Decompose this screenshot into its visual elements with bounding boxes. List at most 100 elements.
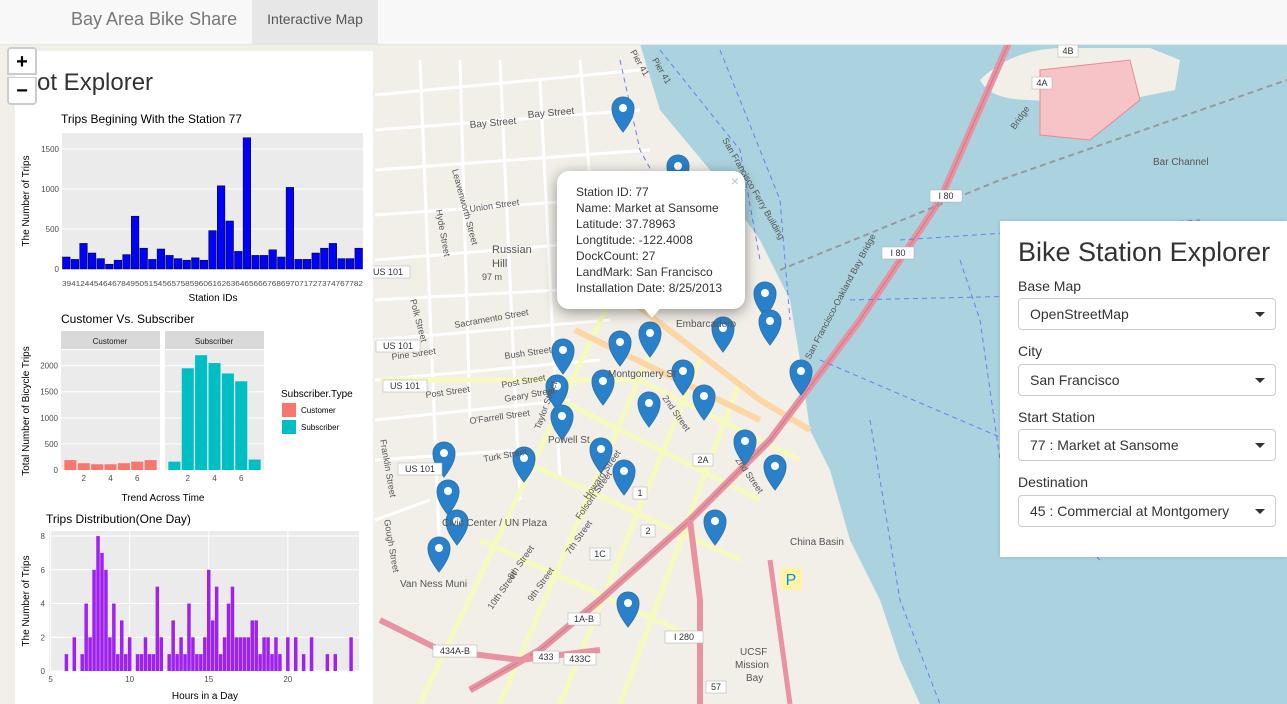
bar bbox=[91, 464, 104, 470]
parking-letter: P bbox=[786, 572, 797, 589]
bar bbox=[207, 569, 211, 671]
navbar: Bay Area Bike Share Interactive Map bbox=[0, 0, 1287, 45]
base-map-value: OpenStreetMap bbox=[1030, 306, 1129, 322]
bar bbox=[214, 586, 219, 671]
base-map-label: Base Map bbox=[1018, 278, 1082, 294]
ytick-label: 8 bbox=[41, 532, 46, 541]
xtick-label: 4 bbox=[212, 474, 217, 483]
facet-chart-yticks: 0 500 1000 1500 2000 bbox=[40, 362, 58, 475]
map-street-label: China Basin bbox=[790, 537, 844, 548]
bar bbox=[203, 637, 207, 671]
ytick-label: 2 bbox=[41, 633, 46, 642]
bar bbox=[328, 243, 337, 270]
start-station-label: Start Station bbox=[1018, 409, 1096, 425]
bar bbox=[187, 603, 191, 671]
bar bbox=[155, 586, 160, 671]
bar bbox=[70, 259, 79, 270]
bar bbox=[174, 258, 183, 270]
ytick-label: 6 bbox=[41, 566, 46, 575]
bar bbox=[230, 586, 235, 671]
bar bbox=[62, 256, 71, 270]
bar bbox=[182, 259, 191, 270]
bar bbox=[333, 654, 338, 671]
bar bbox=[171, 620, 175, 671]
start-station-select[interactable]: 77 : Market at Sansome bbox=[1018, 429, 1276, 461]
bar bbox=[148, 259, 157, 270]
bar bbox=[325, 654, 330, 671]
chevron-down-icon bbox=[1255, 509, 1265, 514]
bar bbox=[221, 373, 234, 470]
bar bbox=[195, 355, 208, 470]
popup-landmark: LandMark: San Francisco bbox=[576, 265, 713, 279]
legend-label-subscriber: Subscriber bbox=[301, 423, 340, 432]
zoom-in-button[interactable]: + bbox=[7, 47, 37, 75]
zoom-out-button[interactable]: − bbox=[7, 77, 37, 105]
bar bbox=[175, 654, 179, 671]
map-street-label: 97 m bbox=[482, 272, 502, 282]
popup-close-button[interactable]: × bbox=[731, 173, 739, 189]
bar bbox=[122, 254, 131, 270]
bar bbox=[80, 654, 84, 671]
hist-chart-ylabel: The Number of Trips bbox=[21, 555, 32, 646]
bar bbox=[84, 603, 88, 671]
bar bbox=[349, 637, 353, 671]
bar bbox=[301, 654, 306, 671]
bar bbox=[135, 654, 140, 671]
start-station-value: 77 : Market at Sansome bbox=[1030, 437, 1179, 453]
bar bbox=[127, 637, 132, 671]
bar bbox=[105, 263, 114, 270]
bar bbox=[108, 637, 112, 671]
bar bbox=[222, 637, 227, 671]
road-shield-label: 433 bbox=[538, 652, 553, 662]
bar bbox=[120, 620, 124, 671]
bar bbox=[294, 259, 303, 270]
bar bbox=[217, 185, 226, 270]
facet-chart-xlabel: Trend Across Time bbox=[122, 493, 205, 504]
city-select[interactable]: San Francisco bbox=[1018, 364, 1276, 396]
popup-dockcount: DockCount: 27 bbox=[576, 249, 656, 263]
bar bbox=[195, 654, 199, 671]
bar bbox=[113, 259, 122, 270]
bar bbox=[104, 569, 108, 671]
bar bbox=[208, 363, 221, 470]
xtick-label: 4 bbox=[108, 474, 113, 483]
bar bbox=[250, 620, 254, 671]
map-street-label: Van Ness Muni bbox=[400, 579, 467, 590]
chevron-down-icon bbox=[1255, 443, 1265, 448]
xtick-label: 20 bbox=[283, 675, 292, 684]
plot-explorer-panel: ot Explorer Trips Begining With the Stat… bbox=[15, 51, 373, 704]
bar bbox=[64, 654, 69, 671]
bar bbox=[179, 637, 183, 671]
xtick-label: 10 bbox=[125, 675, 134, 684]
ytick-label: 1000 bbox=[40, 414, 58, 423]
bar bbox=[309, 637, 314, 671]
base-map-select[interactable]: OpenStreetMap bbox=[1018, 298, 1276, 330]
road-shield-label: 1A-B bbox=[574, 614, 594, 624]
bar bbox=[159, 637, 164, 671]
chevron-down-icon bbox=[1255, 312, 1265, 317]
map-street-label: Civic Center / UN Plaza bbox=[442, 518, 547, 529]
road-shield-label: I 280 bbox=[674, 632, 694, 642]
bar bbox=[242, 137, 251, 270]
bar bbox=[278, 654, 282, 671]
city-value: San Francisco bbox=[1030, 372, 1120, 388]
xtick-label: 6 bbox=[239, 474, 244, 483]
popup-installation-date: Installation Date: 8/25/2013 bbox=[576, 281, 723, 295]
bar-chart-xticks: 3941244546467849505154565758596061626364… bbox=[62, 281, 363, 288]
facet-chart-title: Customer Vs. Subscriber bbox=[61, 312, 194, 326]
map-street-label: Montgomery St bbox=[608, 369, 676, 380]
ytick-label: 0 bbox=[41, 667, 46, 676]
hist-chart-title: Trips Distribution(One Day) bbox=[46, 512, 191, 526]
bar bbox=[117, 463, 130, 470]
facet-strip-label: Customer bbox=[93, 337, 128, 346]
bar bbox=[262, 637, 266, 671]
app-brand[interactable]: Bay Area Bike Share bbox=[71, 0, 237, 44]
bar bbox=[251, 255, 260, 270]
popup-station-id: Station ID: 77 bbox=[576, 185, 649, 199]
destination-select[interactable]: 45 : Commercial at Montgomery bbox=[1018, 495, 1276, 527]
bar bbox=[311, 252, 320, 270]
map-street-label: UCSF bbox=[740, 647, 767, 658]
bar bbox=[181, 368, 194, 470]
tab-interactive-map[interactable]: Interactive Map bbox=[252, 0, 378, 44]
bar bbox=[199, 259, 208, 270]
